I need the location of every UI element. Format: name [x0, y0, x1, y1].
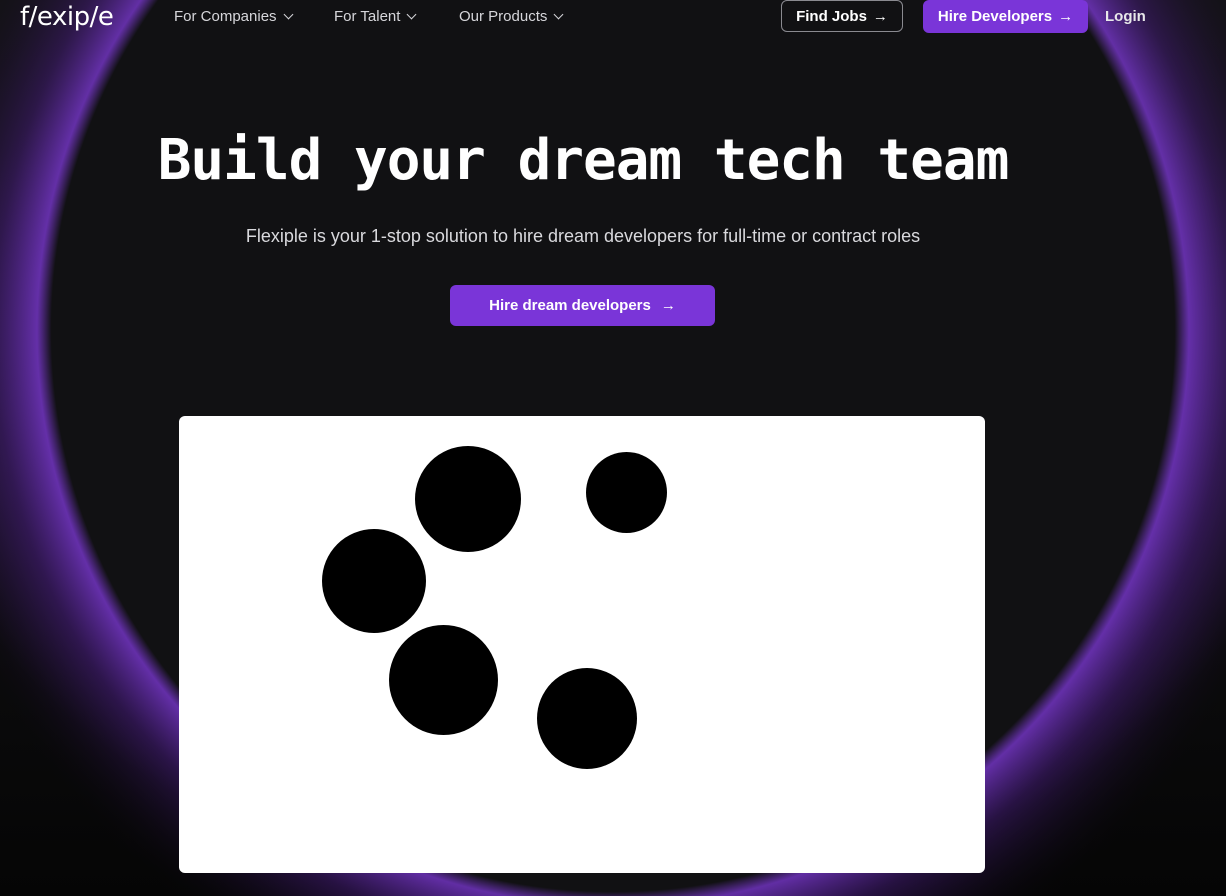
decorative-circle [586, 452, 667, 533]
arrow-right-icon: → [660, 297, 676, 314]
hire-developers-label: Hire Developers [937, 8, 1053, 25]
arrow-right-icon: → [1058, 8, 1074, 25]
flexiple-logo[interactable]: f/exip/e [20, 2, 114, 32]
nav-for-talent-label: For Talent [334, 8, 401, 25]
hire-dream-developers-button[interactable]: Hire dream developers → [450, 285, 715, 326]
chevron-down-icon [406, 9, 417, 20]
decorative-circle [389, 625, 498, 735]
hero-title: Build your dream tech team [157, 128, 1010, 193]
chevron-down-icon [283, 9, 293, 20]
nav-our-products[interactable]: Our Products [459, 8, 564, 25]
decorative-circle [415, 446, 521, 552]
decorative-circle [537, 668, 637, 769]
hire-developers-button[interactable]: Hire Developers → [923, 0, 1088, 33]
chevron-down-icon [553, 9, 564, 20]
find-jobs-label: Find Jobs [796, 7, 867, 25]
login-link[interactable]: Login [1105, 8, 1146, 25]
decorative-circle [322, 529, 426, 633]
top-navigation: f/exip/e For Companies For Talent Our Pr… [0, 0, 1226, 34]
arrow-right-icon: → [872, 7, 888, 25]
nav-for-companies-label: For Companies [174, 8, 277, 25]
nav-for-companies[interactable]: For Companies [174, 8, 293, 25]
find-jobs-button[interactable]: Find Jobs → [781, 0, 903, 32]
hire-dream-developers-label: Hire dream developers [489, 297, 651, 314]
nav-for-talent[interactable]: For Talent [334, 8, 417, 25]
hero-media-card [179, 416, 985, 873]
nav-our-products-label: Our Products [459, 8, 548, 25]
hero-subtitle: Flexiple is your 1-stop solution to hire… [245, 226, 921, 246]
page: f/exip/e For Companies For Talent Our Pr… [0, 0, 1226, 896]
